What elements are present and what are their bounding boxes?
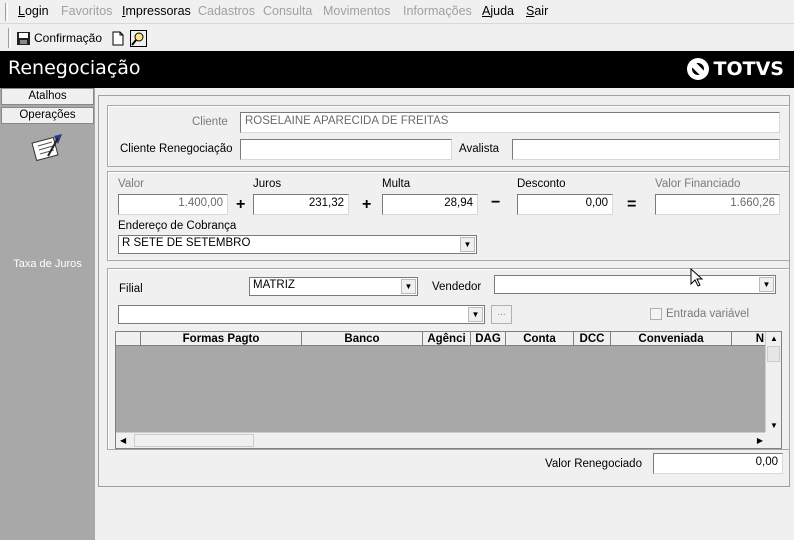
valores-group: Valor 1.400,00 + Juros 231,32 + Multa 28… [107, 171, 790, 261]
toolbar: Confirmação [0, 25, 794, 51]
grid-header-dag[interactable]: DAG [471, 332, 506, 346]
cliente-group: Cliente ROSELAINE APARECIDA DE FREITAS C… [107, 105, 790, 167]
entrada-variavel-label: Entrada variável [666, 308, 750, 320]
search-button[interactable] [130, 28, 147, 48]
plus-operator-2: + [362, 196, 372, 213]
cliente-label: Cliente [192, 116, 228, 128]
vertical-scroll-thumb[interactable] [767, 346, 780, 362]
filial-secondary-select[interactable]: ▼ [118, 305, 485, 324]
menu-ajuda[interactable]: Ajuda [482, 4, 514, 18]
grid-header-selector [116, 332, 141, 346]
confirm-button[interactable]: Confirmação [16, 28, 102, 48]
valor-financiado-label: Valor Financiado [655, 178, 741, 190]
entrada-variavel-checkbox[interactable] [650, 308, 662, 320]
endereco-cobranca-value: R SETE DE SETEMBRO [122, 237, 251, 249]
horizontal-scroll-thumb[interactable] [134, 434, 254, 447]
vendedor-select[interactable]: ▼ [494, 275, 776, 294]
totvs-logo-text: TOTVS [713, 58, 784, 80]
new-document-icon [112, 31, 124, 45]
avalista-label: Avalista [459, 143, 500, 155]
totvs-logo: TOTVS [686, 57, 784, 81]
menu-impressoras[interactable]: Impressoras [122, 4, 191, 18]
interest-rate-icon[interactable] [30, 132, 66, 169]
scrollbar-corner [765, 432, 781, 448]
mouse-cursor-icon [690, 268, 704, 287]
ellipsis-button[interactable]: ... [491, 305, 512, 324]
save-icon [17, 31, 30, 45]
grid-header-dcc[interactable]: DCC [574, 332, 611, 346]
endereco-cobranca-label: Endereço de Cobrança [118, 220, 237, 232]
multa-label: Multa [382, 178, 411, 190]
cliente-renegociacao-label: Cliente Renegociação [120, 143, 233, 155]
menu-cadastros: Cadastros [198, 4, 255, 18]
menu-grip [5, 3, 8, 21]
plus-operator-1: + [236, 196, 246, 213]
scroll-left-icon[interactable]: ◀ [120, 436, 126, 445]
sidebar: Atalhos Operações Taxa de Juros [0, 88, 95, 540]
equals-operator: = [627, 196, 637, 213]
grid-header-n[interactable]: N [732, 332, 766, 346]
valor-label: Valor [118, 178, 144, 190]
menu-informacoes: Informações [403, 4, 472, 18]
desconto-field[interactable]: 0,00 [517, 194, 613, 215]
main-panel: Cliente ROSELAINE APARECIDA DE FREITAS C… [98, 95, 790, 487]
filial-select[interactable]: MATRIZ ▼ [249, 277, 418, 296]
grid-horizontal-scrollbar[interactable]: ◀ ▶ [116, 432, 766, 448]
totvs-logo-icon [686, 58, 709, 80]
sidebar-operacoes-button[interactable]: Operações [1, 107, 94, 124]
filial-group: Filial MATRIZ ▼ Vendedor ▼ ▼ ... Entrada… [107, 268, 790, 450]
multa-field[interactable]: 28,94 [382, 194, 478, 215]
avalista-field[interactable] [512, 139, 780, 160]
grid-header-conveniada[interactable]: Conveniada [611, 332, 732, 346]
cliente-field: ROSELAINE APARECIDA DE FREITAS [240, 112, 780, 133]
scroll-down-icon[interactable]: ▼ [770, 421, 778, 430]
valor-renegociado-label: Valor Renegociado [545, 458, 642, 470]
valor-field: 1.400,00 [118, 194, 228, 215]
cliente-renegociacao-field[interactable] [240, 139, 452, 160]
menu-sair[interactable]: Sair [526, 4, 548, 18]
endereco-cobranca-select[interactable]: R SETE DE SETEMBRO ▼ [118, 235, 477, 254]
juros-field[interactable]: 231,32 [253, 194, 349, 215]
grid-vertical-scrollbar[interactable]: ▲ ▼ [765, 332, 781, 432]
juros-label: Juros [253, 178, 282, 190]
filial-value: MATRIZ [253, 279, 295, 291]
grid-header-formas-pagto[interactable]: Formas Pagto [141, 332, 302, 346]
page-title: Renegociação [8, 57, 141, 79]
toolbar-grip [8, 28, 11, 48]
grid-header-banco[interactable]: Banco [302, 332, 423, 346]
desconto-label: Desconto [517, 178, 566, 190]
menu-favoritos: Favoritos [61, 4, 113, 18]
menu-consulta: Consulta [263, 4, 313, 18]
sidebar-taxa-juros-label[interactable]: Taxa de Juros [0, 258, 95, 270]
valor-renegociado-field: 0,00 [653, 453, 783, 474]
confirm-label: Confirmação [34, 31, 103, 45]
vendedor-label: Vendedor [432, 281, 482, 293]
filial-label: Filial [119, 283, 143, 295]
menu-bar: Login Favoritos Impressoras Cadastros Co… [0, 0, 794, 24]
minus-operator: − [491, 194, 501, 211]
scroll-up-icon[interactable]: ▲ [770, 334, 778, 343]
chevron-down-icon[interactable]: ▼ [460, 237, 475, 252]
valor-financiado-field: 1.660,26 [655, 194, 780, 215]
grid-header-agencia[interactable]: Agênci [423, 332, 471, 346]
sidebar-atalhos-button[interactable]: Atalhos [1, 88, 94, 105]
chevron-down-icon[interactable]: ▼ [401, 279, 416, 294]
new-document-button[interactable] [111, 28, 125, 48]
formas-pagto-grid[interactable]: Formas Pagto Banco Agênci DAG Conta DCC … [115, 331, 782, 449]
search-icon [130, 29, 147, 47]
chevron-down-icon[interactable]: ▼ [468, 307, 483, 322]
menu-login[interactable]: Login [18, 4, 49, 18]
title-bar: Renegociação TOTVS [0, 51, 794, 88]
scroll-right-icon[interactable]: ▶ [757, 436, 763, 445]
grid-header-conta[interactable]: Conta [506, 332, 574, 346]
menu-movimentos: Movimentos [323, 4, 391, 18]
grid-header: Formas Pagto Banco Agênci DAG Conta DCC … [116, 332, 766, 346]
chevron-down-icon[interactable]: ▼ [759, 277, 774, 292]
